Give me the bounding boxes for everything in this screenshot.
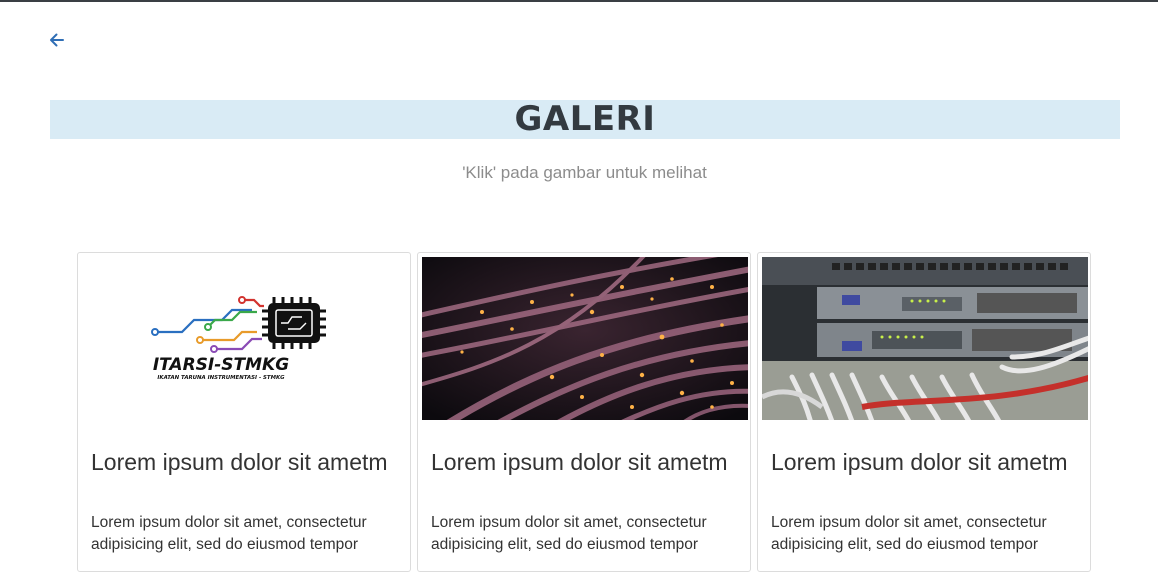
arrow-left-icon: [50, 33, 64, 47]
back-button[interactable]: [46, 30, 68, 50]
card-title: Lorem ipsum dolor sit ametm: [91, 449, 388, 475]
itarsi-stmkg-logo: ITARSI-STMKG IKATAN TARUNA INSTRUMENTASI…: [151, 296, 326, 381]
gallery-image-fiber[interactable]: [422, 257, 748, 420]
page-subtitle: 'Klik' pada gambar untuk melihat: [462, 163, 707, 182]
logo-subtext: IKATAN TARUNA INSTRUMENTASI - STMKG: [157, 375, 285, 381]
network-switch-photo: [762, 257, 1088, 420]
card-text: Lorem ipsum dolor sit amet, consectetur …: [431, 514, 707, 553]
gallery-card[interactable]: Lorem ipsum dolor sit ametm Lorem ipsum …: [417, 252, 751, 572]
page-title: GALERI: [514, 99, 656, 139]
page-title-bar: GALERI: [50, 100, 1120, 139]
card-title: Lorem ipsum dolor sit ametm: [431, 449, 728, 475]
gallery-card[interactable]: Lorem ipsum dolor sit ametm Lorem ipsum …: [757, 252, 1091, 572]
gallery-image-logo[interactable]: ITARSI-STMKG IKATAN TARUNA INSTRUMENTASI…: [82, 257, 408, 420]
logo-wordmark: ITARSI-STMKG: [153, 355, 289, 375]
card-text: Lorem ipsum dolor sit amet, consectetur …: [91, 514, 367, 553]
card-text: Lorem ipsum dolor sit amet, consectetur …: [771, 514, 1047, 553]
gallery-card[interactable]: ITARSI-STMKG IKATAN TARUNA INSTRUMENTASI…: [77, 252, 411, 572]
fiber-optic-photo: [422, 257, 748, 420]
gallery-image-switch[interactable]: [762, 257, 1088, 420]
top-border: [0, 0, 1158, 2]
card-title: Lorem ipsum dolor sit ametm: [771, 449, 1068, 475]
